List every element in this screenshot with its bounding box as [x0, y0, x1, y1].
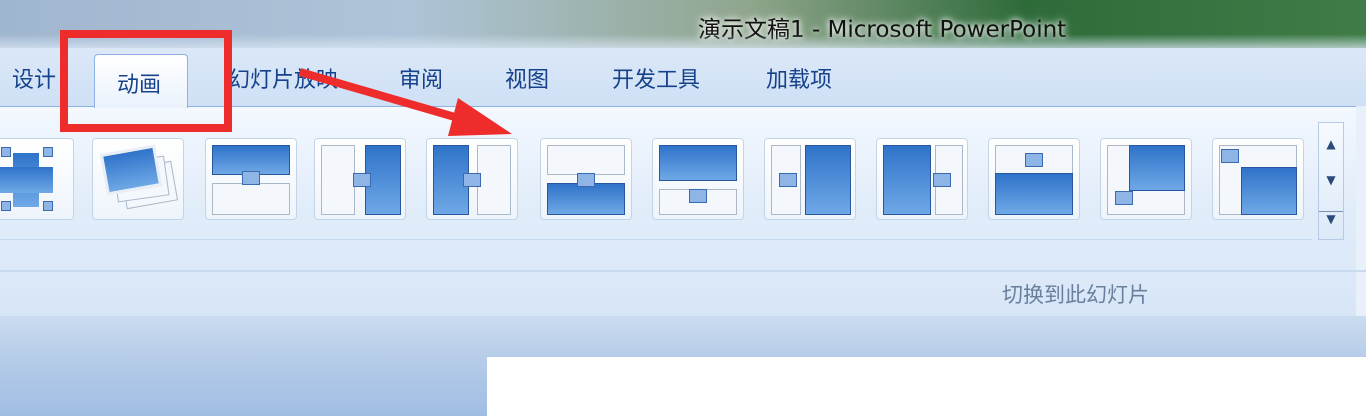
annotation-arrow-icon: [298, 68, 512, 136]
